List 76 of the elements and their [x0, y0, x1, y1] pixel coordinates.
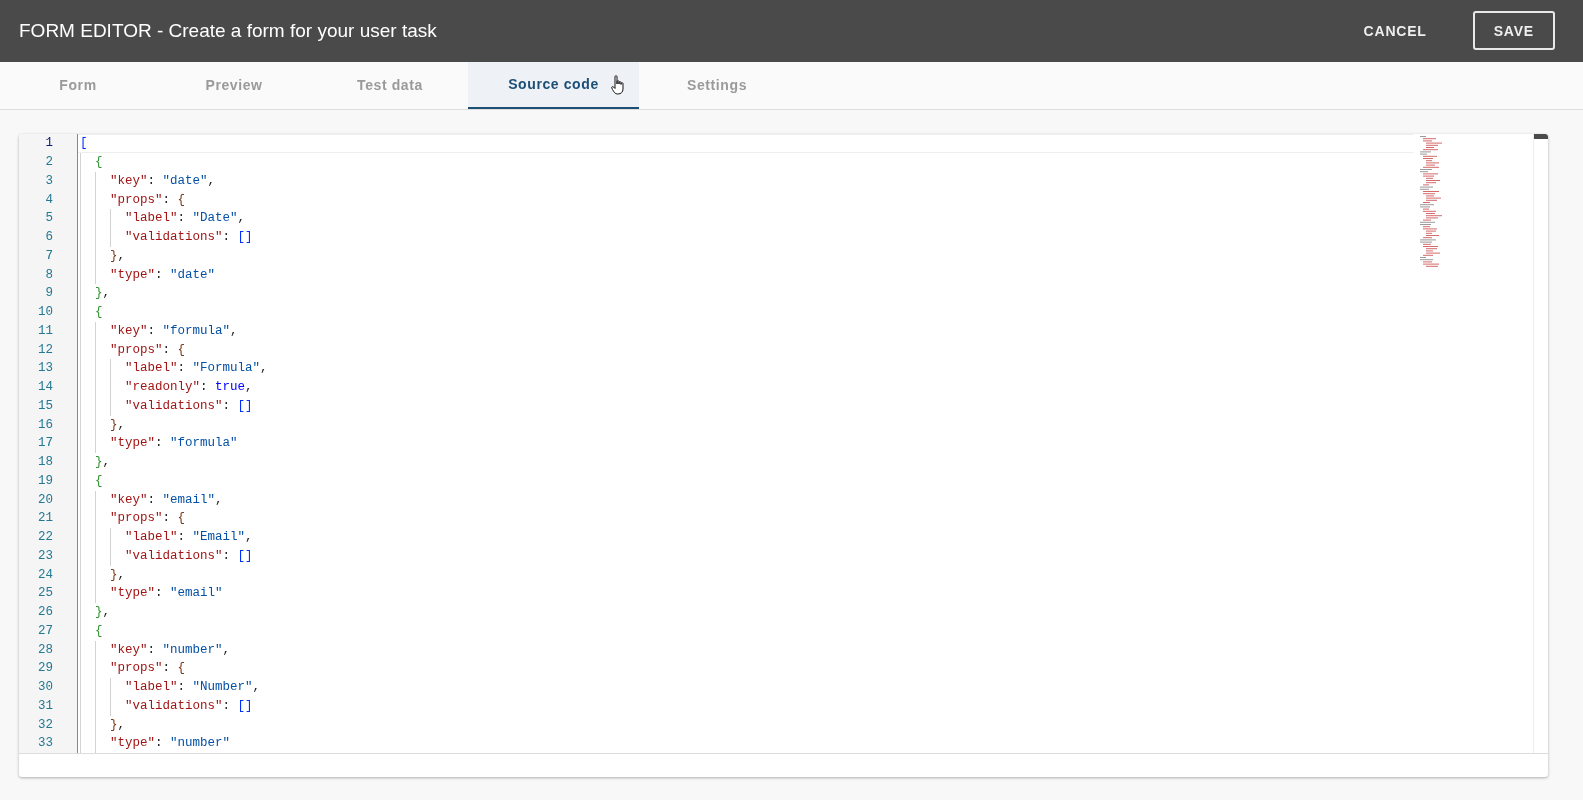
line-number: 31 [37, 697, 54, 715]
line-number: 23 [37, 547, 54, 565]
tab[interactable]: Form [0, 61, 156, 110]
window-title: FORM EDITOR - Create a form for your user task [19, 19, 437, 42]
code-line: "validations": [] [124, 548, 253, 563]
line-number: 21 [37, 510, 54, 528]
line-number: 11 [37, 322, 54, 340]
line-number: 8 [44, 266, 54, 284]
code-line: [ [80, 136, 88, 151]
line-number: 17 [37, 435, 54, 453]
line-number: 4 [44, 191, 54, 209]
line-number: 7 [44, 247, 54, 265]
code-line: "props": { [109, 192, 186, 207]
code-line: { [94, 623, 103, 638]
code-line: { [94, 473, 103, 488]
line-number: 16 [37, 416, 54, 434]
code-line: "validations": [] [124, 398, 253, 413]
line-number: 6 [44, 229, 54, 246]
tab[interactable]: Source code [468, 61, 639, 110]
code-line: }, [94, 605, 111, 619]
line-number: 9 [44, 285, 54, 303]
code-line: }, [94, 455, 111, 469]
code-line: "type": "formula" [109, 436, 238, 451]
code-line: "key": "formula", [109, 323, 238, 338]
code-line: "label": "Number", [124, 680, 261, 694]
code-line: { [94, 305, 103, 319]
line-number: 26 [37, 604, 54, 621]
code-line: "key": "number", [109, 642, 231, 657]
line-number: 30 [37, 679, 54, 696]
line-number: 33 [37, 735, 54, 753]
tab[interactable]: Settings [639, 61, 795, 110]
line-number: 32 [37, 716, 54, 734]
line-number: 3 [44, 172, 54, 190]
tab[interactable]: Test data [312, 61, 468, 110]
code-line: }, [109, 717, 126, 732]
code-line: "readonly": true, [124, 380, 253, 394]
line-number: 15 [37, 397, 54, 415]
line-number: 25 [37, 585, 54, 603]
code-line: }, [109, 417, 126, 432]
line-number: 1 [44, 135, 54, 153]
code-line: "label": "Formula", [124, 361, 268, 376]
hand-cursor-icon [611, 74, 625, 95]
code-line: }, [94, 286, 111, 301]
code-line: "props": { [109, 661, 186, 676]
line-number: 10 [37, 304, 54, 321]
scrollbar[interactable] [1533, 134, 1548, 753]
code-line: }, [109, 248, 126, 263]
code-line: { [94, 155, 103, 169]
code-line: "type": "date" [109, 267, 216, 282]
line-number: 12 [37, 341, 54, 359]
line-number: 19 [37, 472, 54, 490]
line-number: 14 [37, 379, 54, 396]
code-line: "props": { [109, 342, 186, 357]
cancel-button[interactable]: CANCEL [1343, 11, 1447, 51]
line-number: 5 [44, 210, 54, 228]
code-line: "type": "email" [109, 586, 223, 601]
code-line: "label": "Email", [124, 530, 253, 544]
line-number: 24 [37, 566, 54, 584]
code-line: "validations": [] [124, 698, 253, 713]
code-line: "type": "number" [109, 736, 231, 751]
line-number: 27 [37, 622, 54, 640]
line-number: 28 [37, 641, 54, 659]
code-line: "label": "Date", [124, 211, 246, 226]
code-line: "props": { [109, 511, 186, 526]
code-line: "key": "date", [109, 173, 216, 188]
line-number: 20 [37, 491, 54, 509]
line-number: 22 [37, 529, 54, 546]
tab[interactable]: Preview [156, 61, 312, 110]
code-line: "validations": [] [124, 230, 253, 244]
line-number: 29 [37, 660, 54, 678]
line-number: 18 [37, 454, 54, 471]
line-number: 13 [37, 360, 54, 378]
save-button[interactable]: SAVE [1472, 11, 1555, 51]
code-line: "key": "email", [109, 492, 223, 507]
line-number: 2 [44, 154, 54, 171]
code-line: }, [109, 567, 126, 582]
